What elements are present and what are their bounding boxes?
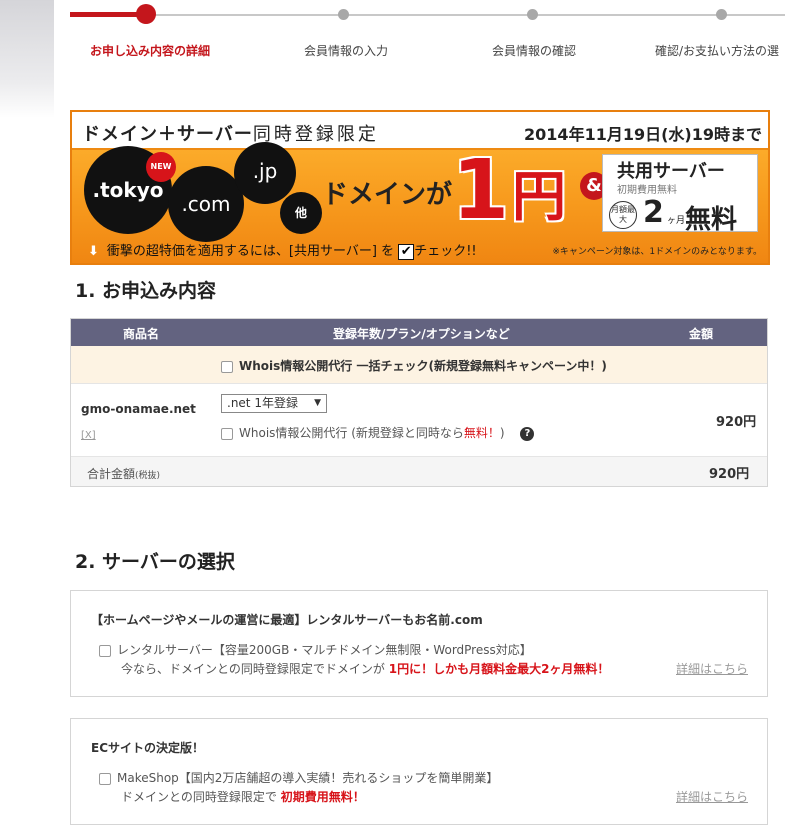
rental-server-option[interactable]: レンタルサーバー【容量200GB・マルチドメイン無制限・WordPress対応】 bbox=[99, 641, 532, 658]
banner-headline: ドメイン＋サーバー同時登録限定 bbox=[82, 120, 379, 146]
item-price: 920円 bbox=[716, 415, 757, 430]
plan-select-value: .net 1年登録 bbox=[227, 396, 298, 410]
makeshop-promo-text: ドメインとの同時登録限定で bbox=[121, 790, 277, 804]
months-unit: ヶ月 bbox=[667, 216, 686, 226]
total-row: 合計金額(税抜) 920円 bbox=[71, 457, 767, 486]
banner-date: 2014年11月19日(水)19時まで bbox=[524, 125, 762, 144]
banner-check-text: チェック!! bbox=[414, 244, 477, 259]
whois-label-end: ) bbox=[499, 426, 505, 440]
step-label-2: 会員情報の入力 bbox=[304, 44, 389, 58]
rental-server-heading: 【ホームページやメールの運営に最適】レンタルサーバーもお名前.com bbox=[91, 613, 483, 627]
whois-label: Whois情報公開代行 (新規登録と同時なら bbox=[239, 426, 464, 440]
free-text: 無料 bbox=[685, 205, 738, 235]
remove-item-link[interactable]: [X] bbox=[81, 430, 96, 441]
tld-jp-bubble: .jp bbox=[234, 142, 296, 204]
price-one: 1 bbox=[452, 143, 510, 238]
caret-down-icon: ▼ bbox=[314, 398, 321, 408]
domain-name: gmo-onamae.net bbox=[81, 402, 196, 416]
plan-select[interactable]: .net 1年登録 ▼ bbox=[221, 394, 327, 413]
header-plan: 登録年数/プラン/オプションなど bbox=[333, 327, 510, 341]
price-yen: 円 bbox=[512, 165, 566, 228]
rental-server-promo: 今なら、ドメインとの同時登録限定でドメインが 1円に！しかも月額料金最大2ヶ月無… bbox=[121, 660, 609, 677]
makeshop-option[interactable]: MakeShop【国内2万店舗超の導入実績！売れるショップを簡単開業】 bbox=[99, 769, 498, 786]
step-label-4: 確認/お支払い方法の選 bbox=[655, 44, 780, 58]
section-title-order: 1. お申込み内容 bbox=[75, 280, 217, 302]
server-title: 共用サーバー bbox=[617, 161, 725, 182]
campaign-banner[interactable]: ドメイン＋サーバー同時登録限定 2014年11月19日(水)19時まで .tok… bbox=[70, 110, 770, 265]
bulk-whois-row: Whois情報公開代行 一括チェック(新規登録無料キャンペーン中！) bbox=[71, 346, 767, 384]
two-months-number: 2 bbox=[643, 195, 664, 230]
banner-headline-text: ドメイン＋サーバー bbox=[82, 124, 253, 145]
bulk-whois-option[interactable]: Whois情報公開代行 一括チェック(新規登録無料キャンペーン中！) bbox=[221, 357, 607, 374]
new-badge: NEW bbox=[146, 152, 176, 182]
order-table-header: 商品名 登録年数/プラン/オプションなど 金額 bbox=[71, 319, 767, 346]
makeshop-promo: ドメインとの同時登録限定で 初期費用無料！ bbox=[121, 788, 365, 805]
rental-server-checkbox[interactable] bbox=[99, 644, 111, 657]
rental-server-promo-text: 今なら、ドメインとの同時登録限定でドメインが bbox=[121, 662, 385, 676]
step-dot-3 bbox=[527, 9, 538, 20]
step-label-1: お申し込み内容の詳細 bbox=[90, 44, 211, 58]
check-mark-icon: ✔ bbox=[398, 243, 415, 260]
tld-other-bubble: 他 bbox=[280, 192, 322, 234]
rental-server-label: レンタルサーバー【容量200GB・マルチドメイン無制限・WordPress対応】 bbox=[117, 643, 532, 657]
down-arrow-icon: ⬇ bbox=[88, 244, 99, 259]
help-icon[interactable]: ? bbox=[520, 426, 535, 441]
makeshop-detail-link[interactable]: 詳細はこちら bbox=[676, 788, 748, 805]
total-label: 合計金額 bbox=[87, 467, 136, 481]
rental-server-promo-highlight: 1円に！しかも月額料金最大2ヶ月無料！ bbox=[388, 662, 610, 676]
table-row: gmo-onamae.net [X] .net 1年登録 ▼ Whois情報公開… bbox=[71, 384, 767, 457]
section-title-server: 2. サーバーの選択 bbox=[75, 551, 235, 573]
banner-bottom-text: 衝撃の超特価を適用するには、[共用サーバー] を bbox=[106, 244, 395, 259]
header-price: 金額 bbox=[689, 327, 714, 341]
makeshop-box: ECサイトの決定版！ MakeShop【国内2万店舗超の導入実績！売れるショップ… bbox=[70, 718, 768, 825]
shared-server-box: 共用サーバー 初期費用無料 月額最大 2 ヶ月 無料 bbox=[602, 154, 758, 235]
banner-bottom-line: ⬇ 衝撃の超特価を適用するには、[共用サーバー] を ✔ チェック!! bbox=[88, 240, 477, 260]
server-subtitle: 初期費用無料 bbox=[617, 185, 677, 196]
progress-steps: お申し込み内容の詳細 会員情報の入力 会員情報の確認 確認/お支払い方法の選 bbox=[70, 0, 785, 70]
order-table: 商品名 登録年数/プラン/オプションなど 金額 Whois情報公開代行 一括チェ… bbox=[70, 318, 768, 487]
header-product: 商品名 bbox=[123, 327, 160, 341]
step-dot-1 bbox=[136, 4, 156, 24]
whois-checkbox[interactable] bbox=[221, 427, 233, 440]
total-tax-note: (税抜) bbox=[135, 471, 161, 481]
bulk-whois-label: Whois情報公開代行 一括チェック(新規登録無料キャンペーン中！) bbox=[239, 359, 607, 373]
tld-com-bubble: .com bbox=[168, 166, 244, 242]
step-label-3: 会員情報の確認 bbox=[492, 44, 577, 58]
rental-server-box: 【ホームページやメールの運営に最適】レンタルサーバーもお名前.com レンタルサ… bbox=[70, 590, 768, 697]
monthly-max-badge: 月額最大 bbox=[609, 201, 637, 229]
makeshop-label: MakeShop【国内2万店舗超の導入実績！売れるショップを簡単開業】 bbox=[117, 771, 499, 785]
step-dot-4 bbox=[716, 9, 727, 20]
bulk-whois-checkbox[interactable] bbox=[221, 360, 233, 373]
makeshop-checkbox[interactable] bbox=[99, 772, 111, 785]
domain-ga-text: ドメインが bbox=[322, 180, 453, 210]
side-shade bbox=[0, 0, 54, 118]
whois-option[interactable]: Whois情報公開代行 (新規登録と同時なら無料！) ? bbox=[221, 424, 535, 441]
total-label-group: 合計金額(税抜) bbox=[87, 465, 160, 482]
makeshop-heading: ECサイトの決定版！ bbox=[91, 741, 205, 755]
whois-free-text: 無料！ bbox=[463, 426, 500, 440]
progress-track bbox=[70, 14, 785, 16]
total-price: 920円 bbox=[709, 467, 750, 482]
step-dot-2 bbox=[338, 9, 349, 20]
banner-note: ※キャンペーン対象は、1ドメインのみとなります。 bbox=[552, 247, 762, 257]
rental-server-detail-link[interactable]: 詳細はこちら bbox=[676, 660, 748, 677]
progress-track-active bbox=[70, 12, 146, 17]
makeshop-promo-highlight: 初期費用無料！ bbox=[280, 790, 365, 804]
